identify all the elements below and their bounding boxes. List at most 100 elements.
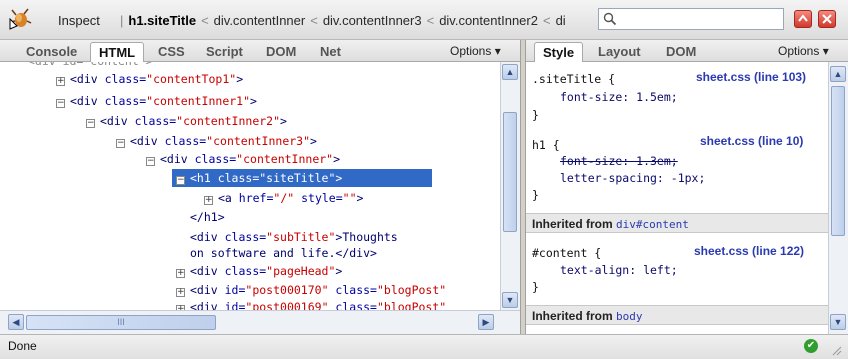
scroll-thumb[interactable]: III: [26, 315, 216, 330]
tag-name: <div: [100, 114, 135, 128]
collapse-icon[interactable]: −: [176, 176, 185, 185]
tab-dom[interactable]: DOM: [258, 42, 304, 62]
left-tab-bar: Console HTML CSS Script DOM Net Options …: [0, 40, 520, 62]
attr-name: class=: [224, 230, 267, 244]
scroll-up-icon[interactable]: ▲: [830, 66, 846, 82]
collapse-icon[interactable]: −: [116, 139, 125, 148]
html-tree-panel: <div id="content"> +<div class="contentT…: [0, 62, 515, 310]
firebug-icon[interactable]: [8, 7, 32, 31]
collapse-button[interactable]: [794, 10, 812, 28]
breadcrumb-item[interactable]: div.contentInner3: [323, 13, 422, 28]
attr-value: "post000170": [245, 283, 329, 297]
html-vertical-scrollbar[interactable]: ▲ ▼: [500, 62, 520, 310]
tag-end: >: [280, 114, 287, 128]
css-property[interactable]: font-size: 1.5em;: [560, 90, 678, 104]
attr-name: class=: [104, 94, 147, 108]
scroll-down-icon[interactable]: ▼: [830, 314, 846, 330]
tag-end: >: [333, 152, 341, 166]
close-button[interactable]: [818, 10, 836, 28]
attr-name: class=: [134, 114, 177, 128]
collapse-icon[interactable]: −: [86, 119, 95, 128]
attr-name: class=: [104, 72, 147, 86]
tab-style[interactable]: Style: [534, 42, 584, 62]
tag-name: <div: [190, 264, 225, 278]
tab-console[interactable]: Console: [18, 42, 85, 62]
expand-icon[interactable]: +: [176, 288, 185, 297]
inspect-button[interactable]: Inspect: [58, 13, 100, 28]
html-horizontal-scrollbar[interactable]: ◀ III ▶: [0, 310, 520, 334]
css-brace: }: [532, 188, 539, 202]
scroll-left-icon[interactable]: ◀: [8, 314, 24, 330]
collapse-icon[interactable]: −: [56, 99, 65, 108]
tab-html[interactable]: HTML: [90, 42, 145, 62]
css-property[interactable]: letter-spacing: -1px;: [560, 171, 705, 185]
collapse-icon[interactable]: −: [146, 157, 155, 166]
scroll-up-icon[interactable]: ▲: [502, 64, 518, 80]
tag-name: <div: [190, 283, 225, 297]
node-text: >Thoughts: [335, 230, 398, 244]
tree-node[interactable]: + <div class="pageHead">: [176, 262, 342, 280]
attr-name: style=: [294, 191, 343, 205]
inherited-header: Inherited from div#content: [526, 213, 828, 233]
expand-icon[interactable]: +: [204, 196, 213, 205]
tag-name: <a: [218, 191, 239, 205]
tree-node[interactable]: + <div id="post000169" class="blogPost": [176, 298, 446, 310]
search-input[interactable]: [598, 8, 784, 30]
inherited-label: Inherited from: [532, 217, 617, 231]
tree-node[interactable]: <div id="content">: [28, 62, 153, 70]
css-brace: }: [532, 108, 539, 122]
tree-node[interactable]: + <div class="contentTop1">: [56, 70, 243, 88]
tab-layout[interactable]: Layout: [590, 42, 649, 62]
breadcrumb-separator: <: [201, 13, 209, 28]
stylesheet-link[interactable]: sheet.css (line 122): [694, 244, 804, 258]
attr-value: "contentInner2": [176, 114, 281, 128]
search-icon: [603, 12, 617, 26]
style-vertical-scrollbar[interactable]: ▲ ▼: [828, 62, 848, 334]
tag-end: >: [335, 264, 343, 278]
tag-name: <div: [70, 94, 105, 108]
inherited-link[interactable]: body: [616, 310, 643, 323]
tree-node[interactable]: − <div class="contentInner1">: [56, 92, 257, 110]
breadcrumb-item-current[interactable]: h1.siteTitle: [128, 13, 196, 28]
tree-node[interactable]: </h1>: [190, 208, 225, 226]
scroll-down-icon[interactable]: ▼: [502, 292, 518, 308]
attr-value: "": [342, 191, 357, 205]
node-text: on software and life.</div>: [190, 246, 377, 260]
expand-icon[interactable]: +: [176, 269, 185, 278]
tree-node[interactable]: − <div class="contentInner3">: [116, 132, 317, 150]
breadcrumb-item[interactable]: div.contentInner: [214, 13, 306, 28]
inherited-link[interactable]: div#content: [616, 218, 689, 231]
tag-end: >: [310, 134, 317, 148]
breadcrumb-item[interactable]: di: [556, 13, 566, 28]
tab-dom-side[interactable]: DOM: [658, 42, 704, 62]
right-tab-bar: Style Layout DOM Options ▾: [526, 40, 848, 62]
css-property[interactable]: text-align: left;: [560, 263, 678, 277]
style-panel: .siteTitle { sheet.css (line 103) font-s…: [526, 62, 828, 334]
css-selector: h1 {: [532, 138, 560, 152]
scroll-thumb[interactable]: [503, 112, 517, 232]
tab-net[interactable]: Net: [312, 42, 349, 62]
tree-node[interactable]: − <div class="contentInner">: [146, 150, 340, 168]
stylesheet-link[interactable]: sheet.css (line 10): [700, 134, 803, 148]
scroll-right-icon[interactable]: ▶: [478, 314, 494, 330]
tab-script[interactable]: Script: [198, 42, 251, 62]
resize-grip-icon[interactable]: [830, 344, 842, 356]
tag-end: >: [335, 171, 343, 185]
tree-node-selected[interactable]: − <h1 class="siteTitle">: [172, 169, 432, 187]
breadcrumb-separator: <: [426, 13, 435, 28]
tree-node[interactable]: + <a href="/" style="">: [204, 189, 363, 207]
css-property-overridden[interactable]: font-size: 1.3em;: [560, 154, 678, 168]
breadcrumb-item[interactable]: div.contentInner2: [439, 13, 538, 28]
options-menu-right[interactable]: Options ▾: [778, 44, 829, 58]
tag-end: >: [236, 72, 244, 86]
tree-node[interactable]: + <div id="post000170" class="blogPost": [176, 281, 446, 299]
status-bar: [0, 334, 848, 359]
options-menu-left[interactable]: Options ▾: [450, 44, 501, 58]
tree-node[interactable]: − <div class="contentInner2">: [86, 112, 287, 130]
tab-css[interactable]: CSS: [150, 42, 193, 62]
attr-name: id=: [224, 300, 246, 310]
expand-icon[interactable]: +: [56, 77, 65, 86]
scroll-thumb[interactable]: [831, 86, 845, 236]
stylesheet-link[interactable]: sheet.css (line 103): [696, 70, 806, 84]
check-icon[interactable]: ✔: [804, 339, 818, 353]
